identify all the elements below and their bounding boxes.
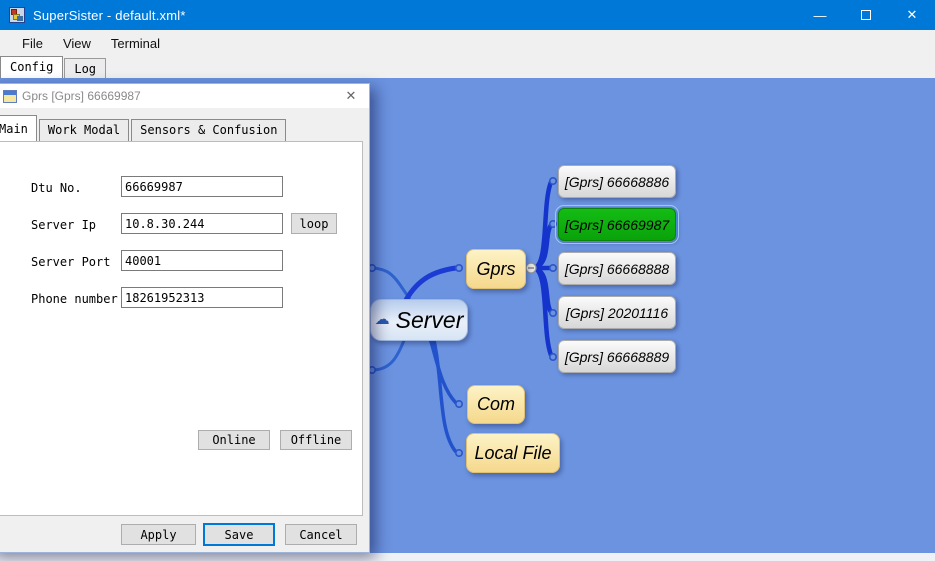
child-node-label: [Gprs] 66669987 [565, 217, 669, 233]
tab-log[interactable]: Log [64, 58, 106, 78]
child-node-label: [Gprs] 66668889 [565, 349, 669, 365]
local-file-node-label: Local File [474, 443, 551, 464]
server-ip-label: Server Ip [31, 218, 96, 232]
gprs-collapse-icon [526, 263, 536, 273]
menu-terminal[interactable]: Terminal [101, 32, 170, 55]
dialog-title-bar[interactable]: Gprs [Gprs] 66669987 ✕ [0, 84, 369, 108]
mindmap-node-gprs-20201116[interactable]: [Gprs] 20201116 [558, 296, 676, 329]
mindmap-node-gprs-66669987-selected[interactable]: [Gprs] 66669987 [558, 208, 676, 241]
offline-button[interactable]: Offline [280, 430, 352, 450]
dialog-close-button[interactable]: ✕ [343, 88, 359, 104]
close-button[interactable]: ✕ [889, 0, 935, 30]
save-button[interactable]: Save [203, 523, 275, 546]
maximize-button[interactable] [843, 0, 889, 30]
document-tabs: Config Log [0, 56, 935, 78]
mindmap-node-gprs[interactable]: Gprs [466, 249, 526, 289]
apply-button[interactable]: Apply [121, 524, 196, 545]
mindmap-node-local-file[interactable]: Local File [466, 433, 560, 473]
mindmap-node-gprs-66668888[interactable]: [Gprs] 66668888 [558, 252, 676, 285]
window-title: SuperSister - default.xml* [33, 8, 186, 23]
dialog-main-tab-page [0, 141, 363, 516]
mindmap-node-gprs-66668889[interactable]: [Gprs] 66668889 [558, 340, 676, 373]
dialog-tab-main[interactable]: Main [0, 115, 37, 141]
dtu-no-input[interactable] [121, 176, 283, 197]
cloud-icon: ☁ [375, 312, 390, 327]
online-button[interactable]: Online [198, 430, 270, 450]
mindmap-node-com[interactable]: Com [467, 385, 525, 424]
dialog-form-icon [3, 90, 17, 103]
child-node-label: [Gprs] 66668886 [565, 174, 669, 190]
menu-bar: File View Terminal [0, 30, 935, 56]
phone-number-input[interactable] [121, 287, 283, 308]
close-icon: ✕ [346, 88, 357, 104]
server-port-input[interactable] [121, 250, 283, 271]
app-icon [9, 7, 25, 23]
menu-file[interactable]: File [12, 32, 53, 55]
dialog-tab-strip: Main Work Modal Sensors & Confusion [0, 115, 369, 141]
menu-view[interactable]: View [53, 32, 101, 55]
com-node-label: Com [477, 394, 515, 415]
tab-config[interactable]: Config [0, 56, 63, 78]
mindmap-node-server[interactable]: ☁ Server [370, 299, 468, 341]
maximize-icon [861, 10, 871, 20]
app-window: SuperSister - default.xml* — ✕ File View… [0, 0, 935, 561]
dtu-no-label: Dtu No. [31, 181, 82, 195]
mindmap-node-gprs-66668886[interactable]: [Gprs] 66668886 [558, 165, 676, 198]
cancel-button[interactable]: Cancel [285, 524, 357, 545]
close-icon: ✕ [907, 7, 918, 23]
gprs-config-dialog: Gprs [Gprs] 66669987 ✕ Main Work Modal S… [0, 83, 370, 553]
child-node-label: [Gprs] 66668888 [565, 261, 669, 277]
server-node-label: Server [396, 307, 464, 334]
loop-button[interactable]: loop [291, 213, 337, 234]
phone-number-label: Phone number [31, 292, 118, 306]
dialog-title: Gprs [Gprs] 66669987 [22, 89, 141, 103]
window-bottom-edge [0, 553, 935, 561]
window-controls: — ✕ [797, 0, 935, 30]
gprs-node-label: Gprs [476, 259, 515, 280]
server-port-label: Server Port [31, 255, 110, 269]
minimize-button[interactable]: — [797, 0, 843, 30]
minimize-icon: — [814, 8, 827, 23]
child-node-label: [Gprs] 20201116 [566, 305, 668, 321]
dialog-tab-sensors-confusion[interactable]: Sensors & Confusion [131, 119, 286, 141]
title-bar: SuperSister - default.xml* — ✕ [0, 0, 935, 30]
dialog-tab-work-modal[interactable]: Work Modal [39, 119, 129, 141]
server-ip-input[interactable] [121, 213, 283, 234]
